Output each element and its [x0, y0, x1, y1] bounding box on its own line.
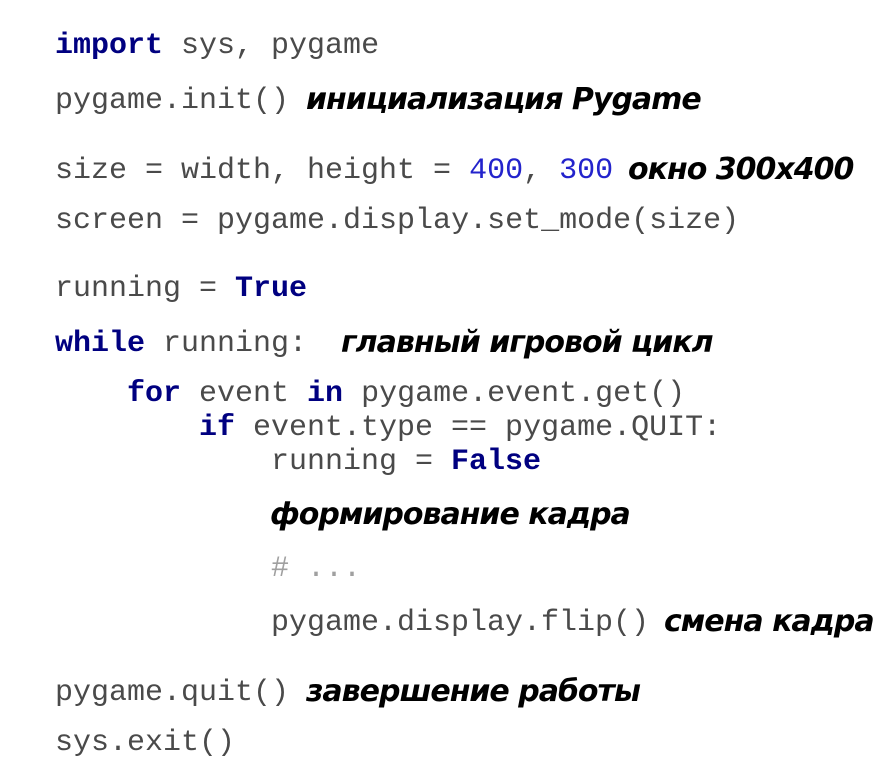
code-comment: # ... [271, 552, 362, 586]
code-line-for: for event in pygame.event.get() [127, 376, 685, 412]
number-height: 300 [559, 154, 614, 188]
code-text: sys, pygame [163, 29, 380, 63]
keyword-false: False [451, 445, 542, 479]
code-text: running = [55, 272, 236, 306]
code-line-comment: # ... [271, 551, 361, 587]
code-line-while: while running: [55, 326, 307, 362]
code-line-size: size = width, height = 400, 300 [55, 153, 613, 189]
code-text: pygame.event.get() [343, 377, 686, 411]
code-text: size = width, height = [55, 154, 470, 188]
code-line-running: running = True [55, 271, 307, 307]
annotation-window: окно 300x400 [628, 152, 854, 187]
annotation-init: инициализация Pygame [306, 82, 702, 117]
code-line-quit: pygame.quit() [55, 675, 289, 711]
code-text: pygame.quit() [55, 676, 290, 710]
code-line-exit: sys.exit() [55, 725, 235, 761]
code-text: , [523, 154, 560, 188]
code-text: pygame.init() [55, 84, 290, 118]
code-text: pygame.display.flip() [271, 606, 650, 640]
annotation-flip: смена кадра [664, 604, 875, 639]
number-width: 400 [469, 154, 524, 188]
keyword-true: True [235, 272, 308, 306]
code-line-screen: screen = pygame.display.set_mode(size) [55, 203, 739, 239]
keyword-in: in [307, 377, 344, 411]
code-text: screen = pygame.display.set_mode(size) [55, 204, 740, 238]
code-text: event.type == pygame.QUIT: [235, 411, 722, 445]
keyword-while: while [55, 327, 146, 361]
code-text: running: [145, 327, 308, 361]
keyword-if: if [199, 411, 236, 445]
annotation-main-loop: главный игровой цикл [341, 325, 714, 360]
annotation-quit: завершение работы [306, 674, 641, 709]
annotation-frame: формирование кадра [270, 497, 631, 532]
code-slide: import sys, pygame pygame.init() инициал… [0, 0, 885, 774]
code-line-init: pygame.init() [55, 83, 289, 119]
keyword-import: import [55, 29, 164, 63]
code-line-running-false: running = False [271, 444, 541, 480]
code-text: sys.exit() [55, 726, 236, 760]
code-text: event [181, 377, 308, 411]
code-line-flip: pygame.display.flip() [271, 605, 649, 641]
keyword-for: for [127, 377, 182, 411]
code-text: running = [271, 445, 452, 479]
code-line-import: import sys, pygame [55, 28, 379, 64]
code-line-if: if event.type == pygame.QUIT: [199, 410, 721, 446]
